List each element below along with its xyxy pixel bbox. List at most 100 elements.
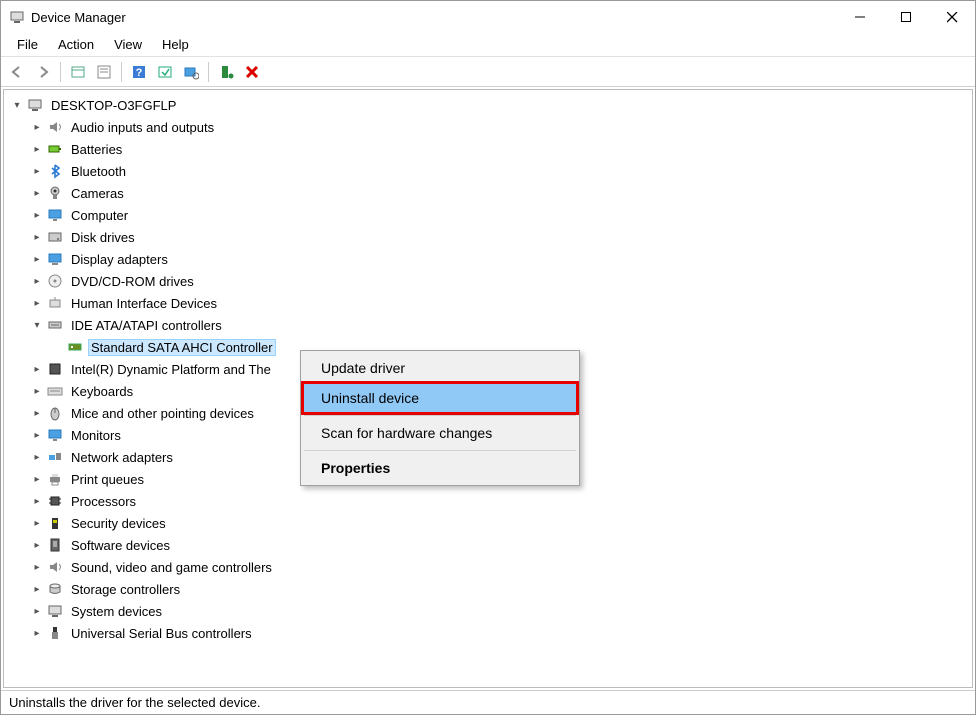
- tree-item[interactable]: ▸ Computer: [30, 204, 966, 226]
- controller-icon: [66, 339, 84, 355]
- tree-item-label: Disk drives: [68, 229, 138, 246]
- context-menu: Update driver Uninstall device Scan for …: [300, 350, 580, 486]
- expander-icon[interactable]: ▸: [30, 516, 44, 530]
- app-icon: [9, 9, 25, 25]
- expander-icon[interactable]: ▸: [30, 604, 44, 618]
- forward-button[interactable]: [31, 60, 55, 84]
- add-legacy-button[interactable]: [214, 60, 238, 84]
- device-category-icon: [46, 163, 64, 179]
- svg-text:?: ?: [136, 67, 143, 79]
- menu-help[interactable]: Help: [152, 35, 199, 54]
- scan-hardware-button[interactable]: [179, 60, 203, 84]
- expander-icon[interactable]: ▸: [30, 560, 44, 574]
- expander-icon[interactable]: ▾: [10, 98, 24, 112]
- window-title: Device Manager: [31, 10, 126, 25]
- tree-item-label: Print queues: [68, 471, 147, 488]
- device-category-icon: [46, 229, 64, 245]
- ctx-properties[interactable]: Properties: [303, 453, 577, 483]
- device-category-icon: [46, 185, 64, 201]
- tree-item-label: Computer: [68, 207, 131, 224]
- tree-item-label: Cameras: [68, 185, 127, 202]
- back-button[interactable]: [5, 60, 29, 84]
- minimize-button[interactable]: [837, 1, 883, 33]
- tree-root-item[interactable]: ▾ DESKTOP-O3FGFLP: [10, 94, 966, 116]
- tree-item-label: DVD/CD-ROM drives: [68, 273, 197, 290]
- expander-icon[interactable]: ▸: [30, 362, 44, 376]
- tree-item-label: Bluetooth: [68, 163, 129, 180]
- action-button[interactable]: [153, 60, 177, 84]
- expander-icon[interactable]: ▸: [30, 296, 44, 310]
- tree-item[interactable]: ▸ Disk drives: [30, 226, 966, 248]
- tree-item[interactable]: ▸ System devices: [30, 600, 966, 622]
- tree-item[interactable]: ▸ Security devices: [30, 512, 966, 534]
- tree-item-label: Mice and other pointing devices: [68, 405, 257, 422]
- expander-icon[interactable]: ▸: [30, 582, 44, 596]
- ctx-uninstall-device[interactable]: Uninstall device: [303, 383, 577, 413]
- uninstall-button[interactable]: [240, 60, 264, 84]
- tree-item-label: Sound, video and game controllers: [68, 559, 275, 576]
- computer-icon: [26, 97, 44, 113]
- expander-icon[interactable]: ▸: [30, 164, 44, 178]
- device-category-icon: [46, 361, 64, 377]
- expander-icon[interactable]: ▸: [30, 450, 44, 464]
- expander-icon[interactable]: ▸: [30, 384, 44, 398]
- ctx-separator: [304, 415, 576, 416]
- tree-item[interactable]: ▸ Sound, video and game controllers: [30, 556, 966, 578]
- expander-icon[interactable]: ▸: [30, 186, 44, 200]
- menu-file[interactable]: File: [7, 35, 48, 54]
- ctx-update-driver[interactable]: Update driver: [303, 353, 577, 383]
- properties-button[interactable]: [92, 60, 116, 84]
- device-category-icon: [46, 603, 64, 619]
- expander-icon[interactable]: ▸: [30, 406, 44, 420]
- expander-icon[interactable]: ▸: [30, 252, 44, 266]
- menu-view[interactable]: View: [104, 35, 152, 54]
- expander-icon[interactable]: ▾: [30, 318, 44, 332]
- maximize-button[interactable]: [883, 1, 929, 33]
- tree-item[interactable]: ▸ Processors: [30, 490, 966, 512]
- device-category-icon: [46, 295, 64, 311]
- tree-item[interactable]: ▸ Storage controllers: [30, 578, 966, 600]
- tree-item[interactable]: ▸ Batteries: [30, 138, 966, 160]
- tree-item-label: Universal Serial Bus controllers: [68, 625, 255, 642]
- device-category-icon: [46, 207, 64, 223]
- expander-icon[interactable]: ▸: [30, 626, 44, 640]
- status-bar: Uninstalls the driver for the selected d…: [1, 690, 975, 714]
- expander-icon[interactable]: ▸: [30, 472, 44, 486]
- close-button[interactable]: [929, 1, 975, 33]
- expander-icon[interactable]: ▸: [30, 120, 44, 134]
- tree-item[interactable]: ▸ Display adapters: [30, 248, 966, 270]
- device-category-icon: [46, 383, 64, 399]
- tree-item-label: Network adapters: [68, 449, 176, 466]
- expander-icon[interactable]: ▸: [30, 208, 44, 222]
- tree-item[interactable]: ▸ Human Interface Devices: [30, 292, 966, 314]
- tree-item-label: Human Interface Devices: [68, 295, 220, 312]
- device-category-icon: [46, 625, 64, 641]
- ctx-separator: [304, 450, 576, 451]
- root-label: DESKTOP-O3FGFLP: [48, 97, 179, 114]
- tree-item[interactable]: ▸ Software devices: [30, 534, 966, 556]
- expander-icon[interactable]: ▸: [30, 142, 44, 156]
- expander-spacer: [50, 340, 64, 354]
- menu-bar: File Action View Help: [1, 33, 975, 57]
- expander-icon[interactable]: ▸: [30, 494, 44, 508]
- tree-item[interactable]: ▸ Cameras: [30, 182, 966, 204]
- tree-item[interactable]: ▸ DVD/CD-ROM drives: [30, 270, 966, 292]
- help-button[interactable]: ?: [127, 60, 151, 84]
- device-category-icon: [46, 317, 64, 333]
- menu-action[interactable]: Action: [48, 35, 104, 54]
- device-category-icon: [46, 559, 64, 575]
- tree-item[interactable]: ▸ Universal Serial Bus controllers: [30, 622, 966, 644]
- expander-icon[interactable]: ▸: [30, 274, 44, 288]
- tree-item[interactable]: ▸ Bluetooth: [30, 160, 966, 182]
- tree-item[interactable]: ▾ IDE ATA/ATAPI controllers: [30, 314, 966, 336]
- ctx-scan-hardware[interactable]: Scan for hardware changes: [303, 418, 577, 448]
- device-category-icon: [46, 581, 64, 597]
- show-hide-console-button[interactable]: [66, 60, 90, 84]
- title-bar: Device Manager: [1, 1, 975, 33]
- device-category-icon: [46, 493, 64, 509]
- expander-icon[interactable]: ▸: [30, 230, 44, 244]
- tree-item[interactable]: ▸ Audio inputs and outputs: [30, 116, 966, 138]
- expander-icon[interactable]: ▸: [30, 428, 44, 442]
- device-tree-pane: ▾ DESKTOP-O3FGFLP ▸ Audio inputs and out…: [3, 89, 973, 688]
- expander-icon[interactable]: ▸: [30, 538, 44, 552]
